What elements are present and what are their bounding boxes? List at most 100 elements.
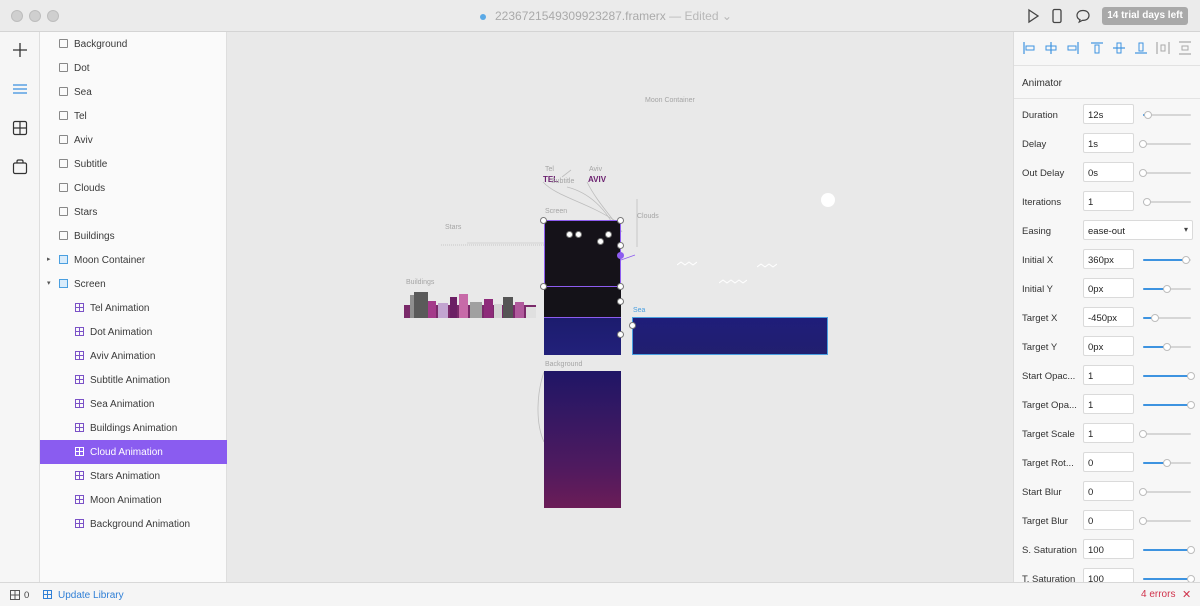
align-right-icon[interactable]: [1066, 41, 1080, 55]
property-slider[interactable]: [1139, 140, 1191, 148]
layer-row[interactable]: ▸ Moon Container: [40, 248, 227, 272]
property-slider[interactable]: [1139, 517, 1191, 525]
property-input[interactable]: 1: [1083, 423, 1134, 443]
property-input[interactable]: 12s: [1083, 104, 1134, 124]
property-input[interactable]: 0: [1083, 510, 1134, 530]
layer-row[interactable]: Dot Animation: [40, 320, 227, 344]
align-top-icon[interactable]: [1090, 41, 1104, 55]
layer-row[interactable]: Dot: [40, 56, 227, 80]
property-slider[interactable]: [1143, 111, 1191, 119]
layer-row[interactable]: Subtitle: [40, 152, 227, 176]
buildings-image[interactable]: [404, 291, 536, 318]
layer-row[interactable]: Clouds: [40, 176, 227, 200]
library-icon[interactable]: [43, 590, 52, 599]
slider-knob[interactable]: [1139, 430, 1147, 438]
layer-row[interactable]: Subtitle Animation: [40, 368, 227, 392]
slider-knob[interactable]: [1187, 575, 1195, 582]
distribute-v-icon[interactable]: [1178, 41, 1192, 55]
property-input[interactable]: 100: [1083, 568, 1134, 582]
layer-row[interactable]: Buildings: [40, 224, 227, 248]
property-input[interactable]: 1: [1083, 394, 1134, 414]
resize-handle[interactable]: [597, 238, 604, 245]
slider-knob[interactable]: [1163, 459, 1171, 467]
layer-row[interactable]: Cloud Animation: [40, 440, 227, 464]
slider-knob[interactable]: [1139, 169, 1147, 177]
aviv-label[interactable]: Aviv: [589, 166, 602, 173]
sea-frame[interactable]: [632, 317, 828, 355]
resize-handle[interactable]: [617, 217, 624, 224]
property-input[interactable]: -450px: [1083, 307, 1134, 327]
layer-row[interactable]: Buildings Animation: [40, 416, 227, 440]
slider-knob[interactable]: [1151, 314, 1159, 322]
disclosure-open-icon[interactable]: ▾: [47, 279, 51, 287]
screen-label[interactable]: Screen: [545, 208, 567, 215]
property-input[interactable]: 0s: [1083, 162, 1134, 182]
cloud-wave[interactable]: [719, 279, 747, 285]
property-slider[interactable]: [1143, 256, 1191, 264]
slider-knob[interactable]: [1163, 343, 1171, 351]
property-slider[interactable]: [1142, 198, 1191, 206]
resize-handle[interactable]: [566, 231, 573, 238]
slider-knob[interactable]: [1187, 546, 1195, 554]
layer-row[interactable]: Tel Animation: [40, 296, 227, 320]
property-slider[interactable]: [1143, 285, 1191, 293]
clouds-label[interactable]: Clouds: [637, 213, 659, 220]
align-center-v-icon[interactable]: [1112, 41, 1126, 55]
property-input[interactable]: 360px: [1083, 249, 1134, 269]
resize-handle[interactable]: [605, 231, 612, 238]
property-slider[interactable]: [1139, 488, 1191, 496]
buildings-label[interactable]: Buildings: [406, 279, 434, 286]
property-input[interactable]: 0px: [1083, 278, 1134, 298]
disclosure-closed-icon[interactable]: ▸: [47, 255, 51, 263]
slider-knob[interactable]: [1187, 372, 1195, 380]
background-frame[interactable]: [544, 371, 621, 508]
insert-icon[interactable]: [10, 40, 30, 60]
layer-row[interactable]: Aviv Animation: [40, 344, 227, 368]
close-window-button[interactable]: [11, 10, 23, 22]
property-slider[interactable]: [1143, 546, 1195, 554]
zoom-window-button[interactable]: [47, 10, 59, 22]
property-slider[interactable]: [1139, 169, 1191, 177]
layer-row[interactable]: Background: [40, 32, 227, 56]
property-input[interactable]: 0px: [1083, 336, 1134, 356]
property-input[interactable]: 1s: [1083, 133, 1134, 153]
layer-row[interactable]: Aviv: [40, 128, 227, 152]
tel-label[interactable]: Tel: [545, 166, 554, 173]
resize-handle[interactable]: [617, 283, 624, 290]
update-library-link[interactable]: Update Library: [58, 590, 124, 601]
close-icon[interactable]: ✕: [1182, 588, 1191, 601]
trial-badge[interactable]: 14 trial days left: [1102, 7, 1188, 25]
layer-row[interactable]: Sea Animation: [40, 392, 227, 416]
stars-label[interactable]: Stars: [445, 224, 461, 231]
slider-knob[interactable]: [1187, 401, 1195, 409]
grid-icon[interactable]: [10, 590, 20, 600]
property-slider[interactable]: [1143, 343, 1191, 351]
property-input[interactable]: 0: [1083, 452, 1134, 472]
property-slider[interactable]: [1143, 575, 1195, 582]
aviv-text[interactable]: AVIV: [588, 175, 606, 184]
document-title[interactable]: 2236721549309923287.framerx — Edited ⌄: [480, 9, 732, 23]
resize-handle[interactable]: [629, 322, 636, 329]
slider-knob[interactable]: [1182, 256, 1191, 264]
design-canvas[interactable]: Moon Container Tel Aviv TEL AVIV Subtitl…: [227, 32, 1013, 582]
background-label[interactable]: Background: [545, 361, 582, 368]
easing-select[interactable]: ease-out: [1083, 220, 1193, 240]
slider-knob[interactable]: [1139, 517, 1147, 525]
align-left-icon[interactable]: [1022, 41, 1036, 55]
property-slider[interactable]: [1143, 314, 1191, 322]
anchor-handle[interactable]: [617, 252, 624, 259]
sea-label[interactable]: Sea: [633, 307, 645, 314]
device-icon[interactable]: [1050, 8, 1064, 24]
resize-handle[interactable]: [540, 217, 547, 224]
property-input[interactable]: 100: [1083, 539, 1134, 559]
distribute-h-icon[interactable]: [1156, 41, 1170, 55]
resize-handle[interactable]: [540, 283, 547, 290]
components-icon[interactable]: [10, 118, 30, 138]
minimize-window-button[interactable]: [29, 10, 41, 22]
layer-row[interactable]: Stars: [40, 200, 227, 224]
slider-knob[interactable]: [1143, 111, 1152, 119]
property-input[interactable]: 1: [1083, 191, 1134, 211]
layer-row[interactable]: ▾ Screen: [40, 272, 227, 296]
screen-frame[interactable]: [544, 220, 621, 287]
slider-knob[interactable]: [1142, 198, 1151, 206]
